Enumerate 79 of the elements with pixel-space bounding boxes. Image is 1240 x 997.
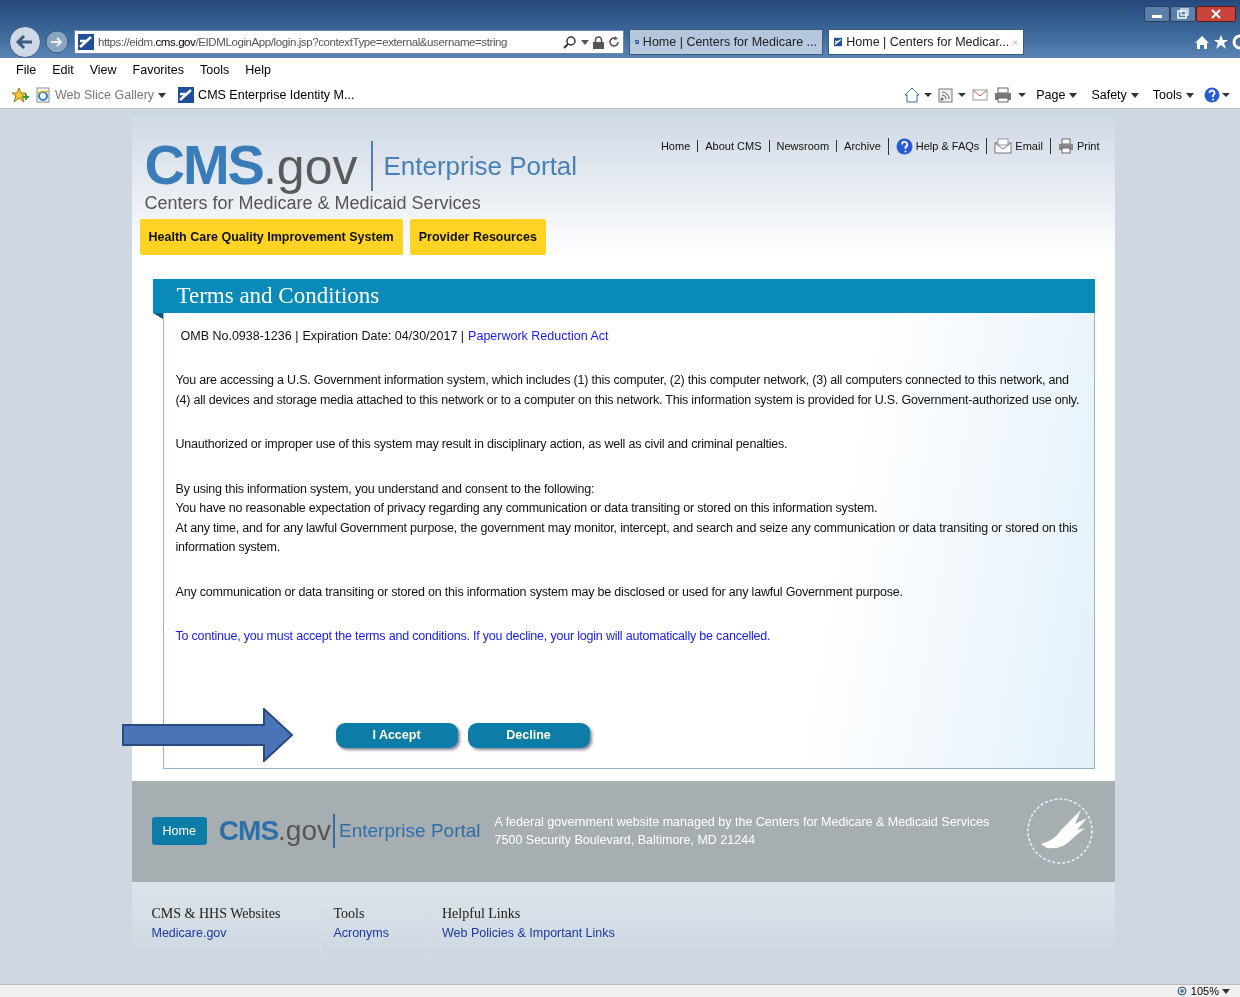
- mail-icon: [994, 138, 1013, 154]
- command-menu[interactable]: Safety: [1091, 88, 1139, 102]
- site-icon: [178, 87, 195, 103]
- menu-item[interactable]: Tools: [192, 63, 238, 77]
- footer-heading: CMS & HHS Websites: [151, 905, 281, 922]
- caret-icon: [1130, 92, 1139, 98]
- help-icon: [895, 137, 913, 155]
- nav-link[interactable]: Help & FAQs: [887, 137, 987, 155]
- caret-icon: [158, 92, 167, 98]
- terms-paragraph: You are accessing a U.S. Government information system, which includes (1) this computer, (2) this computer network, (3) all computers connected to this network, and (4) all devices and storage media attached to this network or to a computer on this network. This information system is provided for U.S. Government-authorized use only.: [175, 372, 1080, 409]
- favorite-link[interactable]: CMS Enterprise Identity M...: [178, 87, 355, 103]
- command-menu[interactable]: Tools: [1152, 88, 1194, 102]
- command-menu[interactable]: Page: [1036, 88, 1078, 102]
- terms-button[interactable]: Decline: [467, 722, 590, 748]
- back-button[interactable]: [8, 25, 42, 59]
- footer-heading: Tools: [333, 905, 366, 922]
- menu-item[interactable]: View: [81, 63, 125, 77]
- footer-link[interactable]: Medicare.gov: [151, 925, 281, 940]
- footer-link[interactable]: Acronyms: [333, 925, 389, 940]
- menu-item[interactable]: Help: [237, 63, 279, 77]
- menu-item[interactable]: Edit: [44, 63, 82, 77]
- home-button[interactable]: Home: [151, 817, 207, 845]
- forward-button[interactable]: [45, 30, 69, 54]
- section-button[interactable]: Health Care Quality Improvement System: [139, 219, 403, 255]
- favorites-star-icon[interactable]: [11, 87, 29, 103]
- footer-portal-name: Enterprise Portal: [333, 814, 481, 848]
- web-page-icon: [35, 87, 51, 103]
- footer-text: A federal government website managed by the Centers for Medicare & Medicaid Services: [494, 815, 990, 829]
- terms-paragraph: Unauthorized or improper use of this system may result in disciplinary action, as well as civil and criminal penalties.: [175, 436, 789, 453]
- print-icon: [1057, 138, 1074, 154]
- address-field[interactable]: https://eidm.cms.gov/EIDMLoginApp/login.jsp?contextType=external&username=string: [74, 30, 624, 54]
- nav-link[interactable]: Print: [1049, 138, 1107, 154]
- terms-button[interactable]: I Accept: [335, 722, 458, 748]
- notice-text: To continue, you must accept the terms and conditions. If you decline, your login will automatically be cancelled.: [175, 628, 772, 645]
- zoom-level[interactable]: 105%: [1190, 985, 1219, 997]
- lock-icon[interactable]: [593, 35, 604, 49]
- section-button[interactable]: Provider Resources: [409, 219, 546, 255]
- restore-button[interactable]: [1170, 6, 1196, 22]
- browser-tab[interactable]: Home | Centers for Medicare ...: [629, 29, 823, 55]
- footer-heading: Helpful Links: [442, 905, 522, 922]
- minimize-button[interactable]: [1144, 6, 1170, 22]
- favorite-link[interactable]: Web Slice Gallery: [35, 87, 167, 103]
- zoom-icon[interactable]: [1176, 985, 1188, 997]
- nav-link[interactable]: Archive: [836, 140, 888, 152]
- help-icon[interactable]: [1204, 87, 1230, 103]
- terms-title-bar: Terms and Conditions: [152, 279, 1095, 313]
- caret-icon[interactable]: [1222, 988, 1230, 994]
- footer-link[interactable]: Web Policies & Important Links: [442, 925, 615, 940]
- caret-icon: [1069, 92, 1078, 98]
- terms-paragraph: You have no reasonable expectation of privacy regarding any communication or data transiting or stored on this information system.: [175, 500, 879, 517]
- terms-paragraph: Any communication or data transiting or stored on this information system may be disclosed or used for any lawful Government purpose.: [175, 583, 904, 601]
- caret-icon[interactable]: [581, 39, 589, 45]
- star-icon[interactable]: [1213, 34, 1229, 50]
- caret-icon: [1186, 92, 1194, 98]
- portal-name: Enterprise Portal: [371, 141, 578, 191]
- print-icon[interactable]: [994, 87, 1027, 103]
- terms-paragraph: At any time, and for any lawful Government purpose, the government may monitor, intercept, and search and seize any communication or data transiting or stored on this information system.: [175, 519, 1079, 556]
- expiration-date: Expiration Date: 04/30/2017 |: [302, 329, 465, 343]
- site-icon: [78, 34, 94, 50]
- footer-text: 7500 Security Boulevard, Baltimore, MD 21244: [494, 833, 757, 847]
- nav-link[interactable]: Newsroom: [768, 140, 837, 152]
- settings-icon[interactable]: [1232, 34, 1240, 50]
- menu-item[interactable]: File: [8, 63, 45, 77]
- nav-link[interactable]: Home: [653, 140, 698, 152]
- home-icon[interactable]: [904, 87, 933, 103]
- refresh-icon[interactable]: [608, 36, 620, 48]
- eagle-seal-icon: [1024, 796, 1095, 866]
- nav-link[interactable]: Email: [986, 138, 1050, 154]
- close-button[interactable]: [1196, 6, 1236, 22]
- terms-paragraph: By using this information system, you understand and consent to the following:: [175, 480, 596, 498]
- feed-icon[interactable]: [938, 87, 967, 103]
- paperwork-link[interactable]: Paperwork Reduction Act: [468, 329, 609, 343]
- browser-tab[interactable]: Home | Centers for Medicar...: [828, 29, 1024, 55]
- home-icon[interactable]: [1194, 34, 1210, 50]
- menu-item[interactable]: Favorites: [124, 63, 192, 77]
- nav-link[interactable]: About CMS: [697, 140, 769, 152]
- omb-number: OMB No.0938-1236 |: [180, 329, 299, 343]
- search-icon[interactable]: [563, 35, 577, 49]
- mail-icon[interactable]: [972, 88, 989, 102]
